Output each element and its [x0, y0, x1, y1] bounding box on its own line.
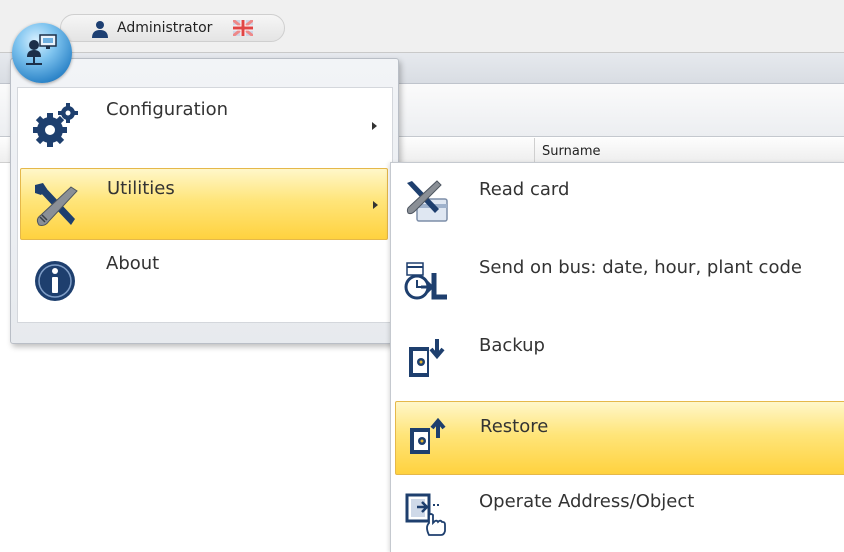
menu-item-label: Utilities — [107, 178, 175, 199]
submenu-item-send-on-bus[interactable]: Send on bus: date, hour, plant code — [395, 243, 844, 317]
submenu-item-label: Restore — [480, 416, 549, 437]
app-menu-button[interactable] — [12, 23, 72, 83]
column-header-surname[interactable]: Surname — [542, 144, 600, 159]
title-bar: Administrator — [0, 0, 844, 53]
gears-icon — [33, 103, 78, 147]
column-separator[interactable] — [534, 138, 535, 162]
submenu-item-read-card[interactable]: Read card — [395, 165, 844, 239]
restore-icon — [410, 417, 446, 454]
user-badge[interactable]: Administrator — [60, 14, 285, 42]
info-icon — [35, 261, 75, 301]
submenu-arrow-icon — [373, 201, 378, 209]
application-menu-items: Configuration Utilities About — [17, 87, 393, 323]
submenu-arrow-icon — [372, 122, 377, 130]
menu-item-label: About — [106, 253, 160, 274]
backup-icon — [409, 339, 445, 377]
application-menu: Configuration Utilities About — [10, 58, 399, 344]
menu-item-about[interactable]: About — [20, 244, 388, 316]
user-icon — [92, 21, 108, 38]
submenu-item-label: Read card — [479, 179, 570, 200]
submenu-item-label: Send on bus: date, hour, plant code — [479, 257, 802, 278]
user-name: Administrator — [117, 20, 213, 36]
send-on-bus-icon — [404, 262, 447, 300]
operate-address-icon — [405, 493, 446, 536]
tools-icon — [35, 183, 78, 226]
submenu-item-label: Operate Address/Object — [479, 491, 695, 512]
menu-item-configuration[interactable]: Configuration — [20, 90, 388, 162]
submenu-item-operate-address[interactable]: Operate Address/Object — [395, 477, 844, 551]
menu-item-label: Configuration — [106, 99, 229, 120]
uk-flag-icon — [233, 20, 253, 36]
submenu-item-label: Backup — [479, 335, 545, 356]
read-card-icon — [406, 180, 448, 222]
menu-item-utilities[interactable]: Utilities — [20, 168, 388, 240]
network-computer-icon — [26, 34, 57, 65]
submenu-item-backup[interactable]: Backup — [395, 321, 844, 395]
submenu-item-restore[interactable]: Restore — [395, 401, 844, 475]
utilities-submenu: Read card Send on bus: date, hour, plant… — [390, 162, 844, 552]
